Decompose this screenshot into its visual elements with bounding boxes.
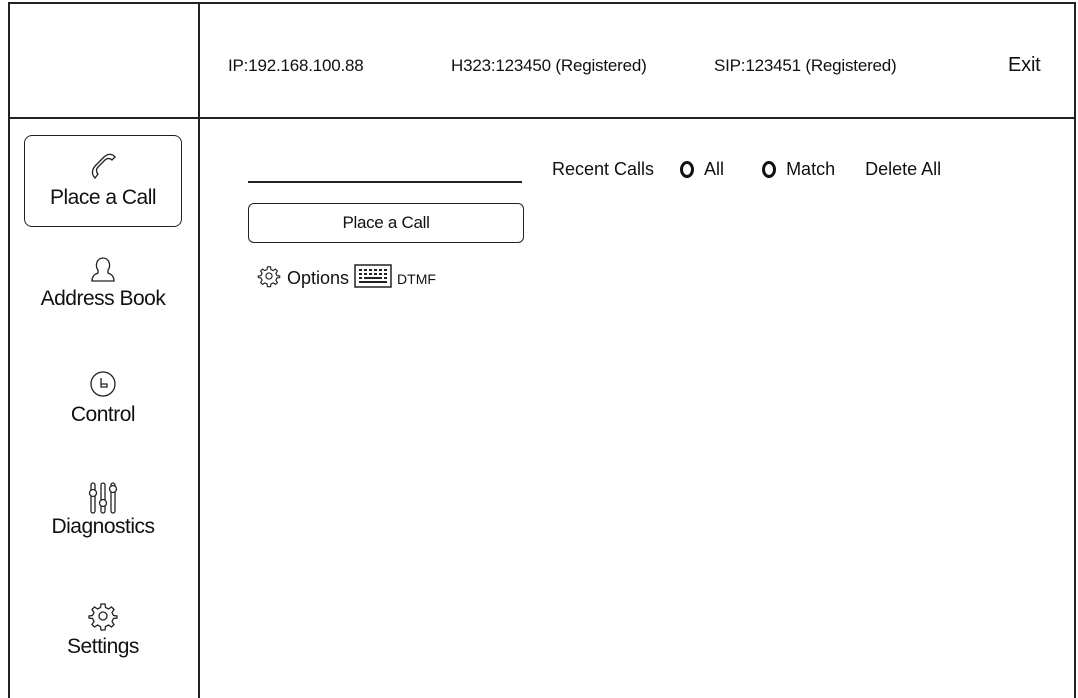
filter-match-label: Match	[786, 159, 836, 179]
sidebar-item-address-book[interactable]: Address Book	[24, 251, 182, 311]
sidebar-nav: Place a Call Address Book Control Diagno…	[10, 119, 198, 698]
sidebar-item-label: Settings	[67, 635, 139, 658]
recent-calls-title: Recent Calls	[552, 159, 655, 179]
delete-all-button[interactable]: Delete All	[865, 159, 941, 180]
place-call-button[interactable]: Place a Call	[248, 203, 524, 243]
dial-input-underline	[248, 181, 522, 183]
sip-status: SIP:123451 (Registered)	[714, 56, 897, 75]
sliders-icon	[24, 479, 182, 514]
person-icon	[24, 251, 182, 285]
options-label: Options	[287, 268, 350, 288]
h323-status: H323:123450 (Registered)	[451, 56, 647, 75]
exit-button[interactable]: Exit	[1008, 54, 1041, 77]
radio-icon	[680, 161, 695, 178]
sidebar-item-control[interactable]: Control	[24, 367, 182, 427]
options-button[interactable]: Options	[256, 263, 354, 294]
sidebar-item-settings[interactable]: Settings	[24, 599, 182, 659]
sidebar-item-diagnostics[interactable]: Diagnostics	[24, 479, 182, 539]
clock-icon	[24, 367, 182, 401]
sidebar-item-label: Address Book	[40, 287, 166, 310]
sidebar-item-label: Control	[70, 403, 136, 426]
status-header: IP:192.168.100.88 H323:123450 (Registere…	[200, 4, 1076, 117]
dtmf-label: DTMF	[397, 270, 436, 287]
sidebar-item-label: Diagnostics	[51, 515, 155, 538]
filter-all-label: All	[704, 159, 725, 179]
phone-icon	[25, 150, 181, 184]
dial-number-input[interactable]	[248, 151, 522, 179]
gear-icon	[256, 263, 282, 294]
place-call-panel: Place a Call Options DTMF Recent Calls A…	[200, 119, 1076, 698]
gear-icon	[24, 599, 182, 633]
dtmf-button[interactable]: DTMF	[354, 264, 436, 293]
keypad-icon	[354, 264, 392, 293]
filter-all-radio[interactable]: All	[680, 159, 724, 180]
radio-icon	[762, 161, 777, 178]
ip-address: IP:192.168.100.88	[228, 56, 364, 75]
recent-calls-header: Recent Calls All Match Delete All	[552, 159, 941, 180]
call-options-row: Options DTMF	[256, 263, 436, 294]
sidebar-item-label: Place a Call	[49, 186, 157, 209]
filter-match-radio[interactable]: Match	[762, 159, 835, 180]
sidebar-item-place-a-call[interactable]: Place a Call	[24, 135, 182, 227]
